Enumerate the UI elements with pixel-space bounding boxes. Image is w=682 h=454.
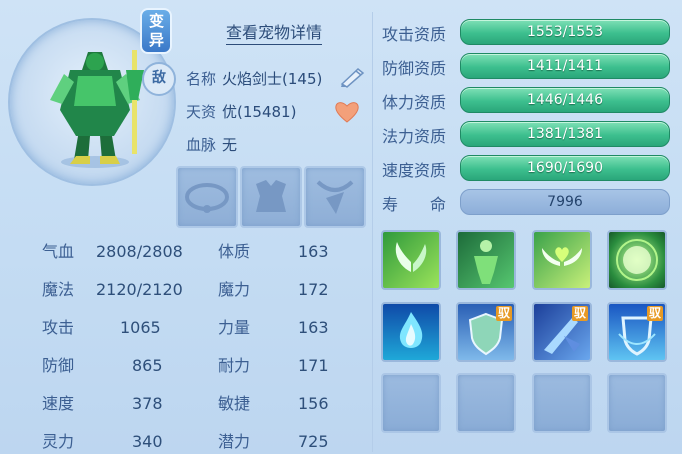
talent-row: 天资 优(15481) xyxy=(186,101,296,122)
apt-mana-bar: 1381/1381 xyxy=(460,121,670,147)
talent-value: 优(15481) xyxy=(222,103,297,121)
panel-divider xyxy=(372,12,373,452)
stat-defense: 防御 865 xyxy=(42,352,163,376)
attr-magic-label: 魔力 xyxy=(218,280,251,299)
attr-potential: 潜力 725 xyxy=(218,428,329,452)
apt-mana-value: 1381/1381 xyxy=(527,126,603,142)
skill-slot-1[interactable] xyxy=(381,230,441,290)
attr-agility-value: 156 xyxy=(298,394,329,413)
view-pet-details-link[interactable]: 查看宠物详情 xyxy=(226,19,323,45)
variant-badge: 变异 xyxy=(140,8,172,54)
attr-endurance-label: 耐力 xyxy=(218,356,251,375)
wings-icon xyxy=(395,242,427,272)
stat-defense-label: 防御 xyxy=(42,356,75,375)
attr-magic-value: 172 xyxy=(298,280,329,299)
life-bar: 7996 xyxy=(460,189,670,215)
attr-strength-value: 163 xyxy=(298,318,329,337)
attr-constitution-value: 163 xyxy=(298,242,329,261)
skill-slot-empty-4[interactable] xyxy=(607,373,667,433)
apt-speed-value: 1690/1690 xyxy=(527,160,603,176)
skill-slot-5[interactable] xyxy=(381,302,441,362)
bloodline-row: 血脉无 xyxy=(186,134,237,155)
stat-spirit: 灵力 340 xyxy=(42,428,163,452)
pet-name-row: 名称 火焰剑士(145) xyxy=(186,68,322,89)
stat-mp-label: 魔法 xyxy=(42,280,75,299)
apt-stamina-bar: 1446/1446 xyxy=(460,87,670,113)
stat-mp: 魔法 2120/2120 xyxy=(42,276,183,300)
variant-badge-text: 变异 xyxy=(149,12,165,49)
pet-figure-image xyxy=(50,50,144,168)
skill-slot-8[interactable]: 驭 xyxy=(607,302,667,362)
stat-hp-value: 2808/2808 xyxy=(96,242,183,261)
equip-slot-collar[interactable] xyxy=(176,166,238,228)
stat-hp-label: 气血 xyxy=(42,242,75,261)
stat-attack-label: 攻击 xyxy=(42,318,75,337)
apt-defense-bar: 1411/1411 xyxy=(460,53,670,79)
bloodline-label: 血脉 xyxy=(186,136,217,154)
stat-defense-value: 865 xyxy=(132,356,163,375)
attr-potential-value: 725 xyxy=(298,432,329,451)
attr-agility: 敏捷 156 xyxy=(218,390,329,414)
skill-slot-empty-3[interactable] xyxy=(532,373,592,433)
skill-slot-2[interactable] xyxy=(456,230,516,290)
stat-speed: 速度 378 xyxy=(42,390,163,414)
stat-mp-value: 2120/2120 xyxy=(96,280,183,299)
skill-slot-6[interactable]: 驭 xyxy=(456,302,516,362)
edit-name-icon[interactable] xyxy=(338,66,366,88)
collar-icon xyxy=(185,183,229,213)
life-label: 寿 命 xyxy=(382,195,447,214)
apt-speed-bar: 1690/1690 xyxy=(460,155,670,181)
apt-mana-label: 法力资质 xyxy=(382,127,447,146)
apt-attack-value: 1553/1553 xyxy=(527,24,603,40)
pet-name-value: 火焰剑士(145) xyxy=(222,70,323,88)
skill-slot-3[interactable] xyxy=(532,230,592,290)
skill-slot-empty-1[interactable] xyxy=(381,373,441,433)
life-value: 7996 xyxy=(547,194,583,210)
stat-attack: 攻击 1065 xyxy=(42,314,161,338)
equip-slot-armor[interactable] xyxy=(240,166,302,228)
blue-flame-icon xyxy=(399,312,423,348)
attr-magic: 魔力 172 xyxy=(218,276,329,300)
skill-slot-7[interactable]: 驭 xyxy=(532,302,592,362)
heart-wings-icon xyxy=(542,247,582,266)
apt-defense-value: 1411/1411 xyxy=(527,58,603,74)
stat-spirit-value: 340 xyxy=(132,432,163,451)
attr-endurance: 耐力 171 xyxy=(218,352,329,376)
apt-attack-label: 攻击资质 xyxy=(382,25,447,44)
talent-label: 天资 xyxy=(186,103,217,121)
skill-tag-7: 驭 xyxy=(571,306,588,321)
rank-badge: 敌 xyxy=(142,62,176,96)
attr-potential-label: 潜力 xyxy=(218,432,251,451)
heart-icon[interactable] xyxy=(334,100,360,124)
apt-stamina-value: 1446/1446 xyxy=(527,92,603,108)
skill-tag-8: 驭 xyxy=(646,306,663,321)
skill-slot-4[interactable] xyxy=(607,230,667,290)
stat-hp: 气血 2808/2808 xyxy=(42,238,183,262)
skill-tag-6: 驭 xyxy=(495,306,512,321)
stat-speed-label: 速度 xyxy=(42,394,75,413)
attr-constitution: 体质 163 xyxy=(218,238,329,262)
attr-constitution-label: 体质 xyxy=(218,242,251,261)
stat-speed-value: 378 xyxy=(132,394,163,413)
stat-attack-value: 1065 xyxy=(120,318,161,337)
equip-slot-amulet[interactable] xyxy=(304,166,366,228)
green-orb-icon xyxy=(616,239,658,281)
armor-icon xyxy=(256,180,286,212)
amulet-icon xyxy=(316,180,354,214)
attr-strength: 力量 163 xyxy=(218,314,329,338)
apt-defense-label: 防御资质 xyxy=(382,59,447,78)
bloodline-value: 无 xyxy=(222,136,238,154)
apt-stamina-label: 体力资质 xyxy=(382,93,447,112)
stat-spirit-label: 灵力 xyxy=(42,432,75,451)
skill-slot-empty-2[interactable] xyxy=(456,373,516,433)
attr-strength-label: 力量 xyxy=(218,318,251,337)
pet-name-label: 名称 xyxy=(186,70,217,88)
attr-endurance-value: 171 xyxy=(298,356,329,375)
figure-aura-icon xyxy=(474,240,498,284)
attr-agility-label: 敏捷 xyxy=(218,394,251,413)
apt-attack-bar: 1553/1553 xyxy=(460,19,670,45)
apt-speed-label: 速度资质 xyxy=(382,161,447,180)
